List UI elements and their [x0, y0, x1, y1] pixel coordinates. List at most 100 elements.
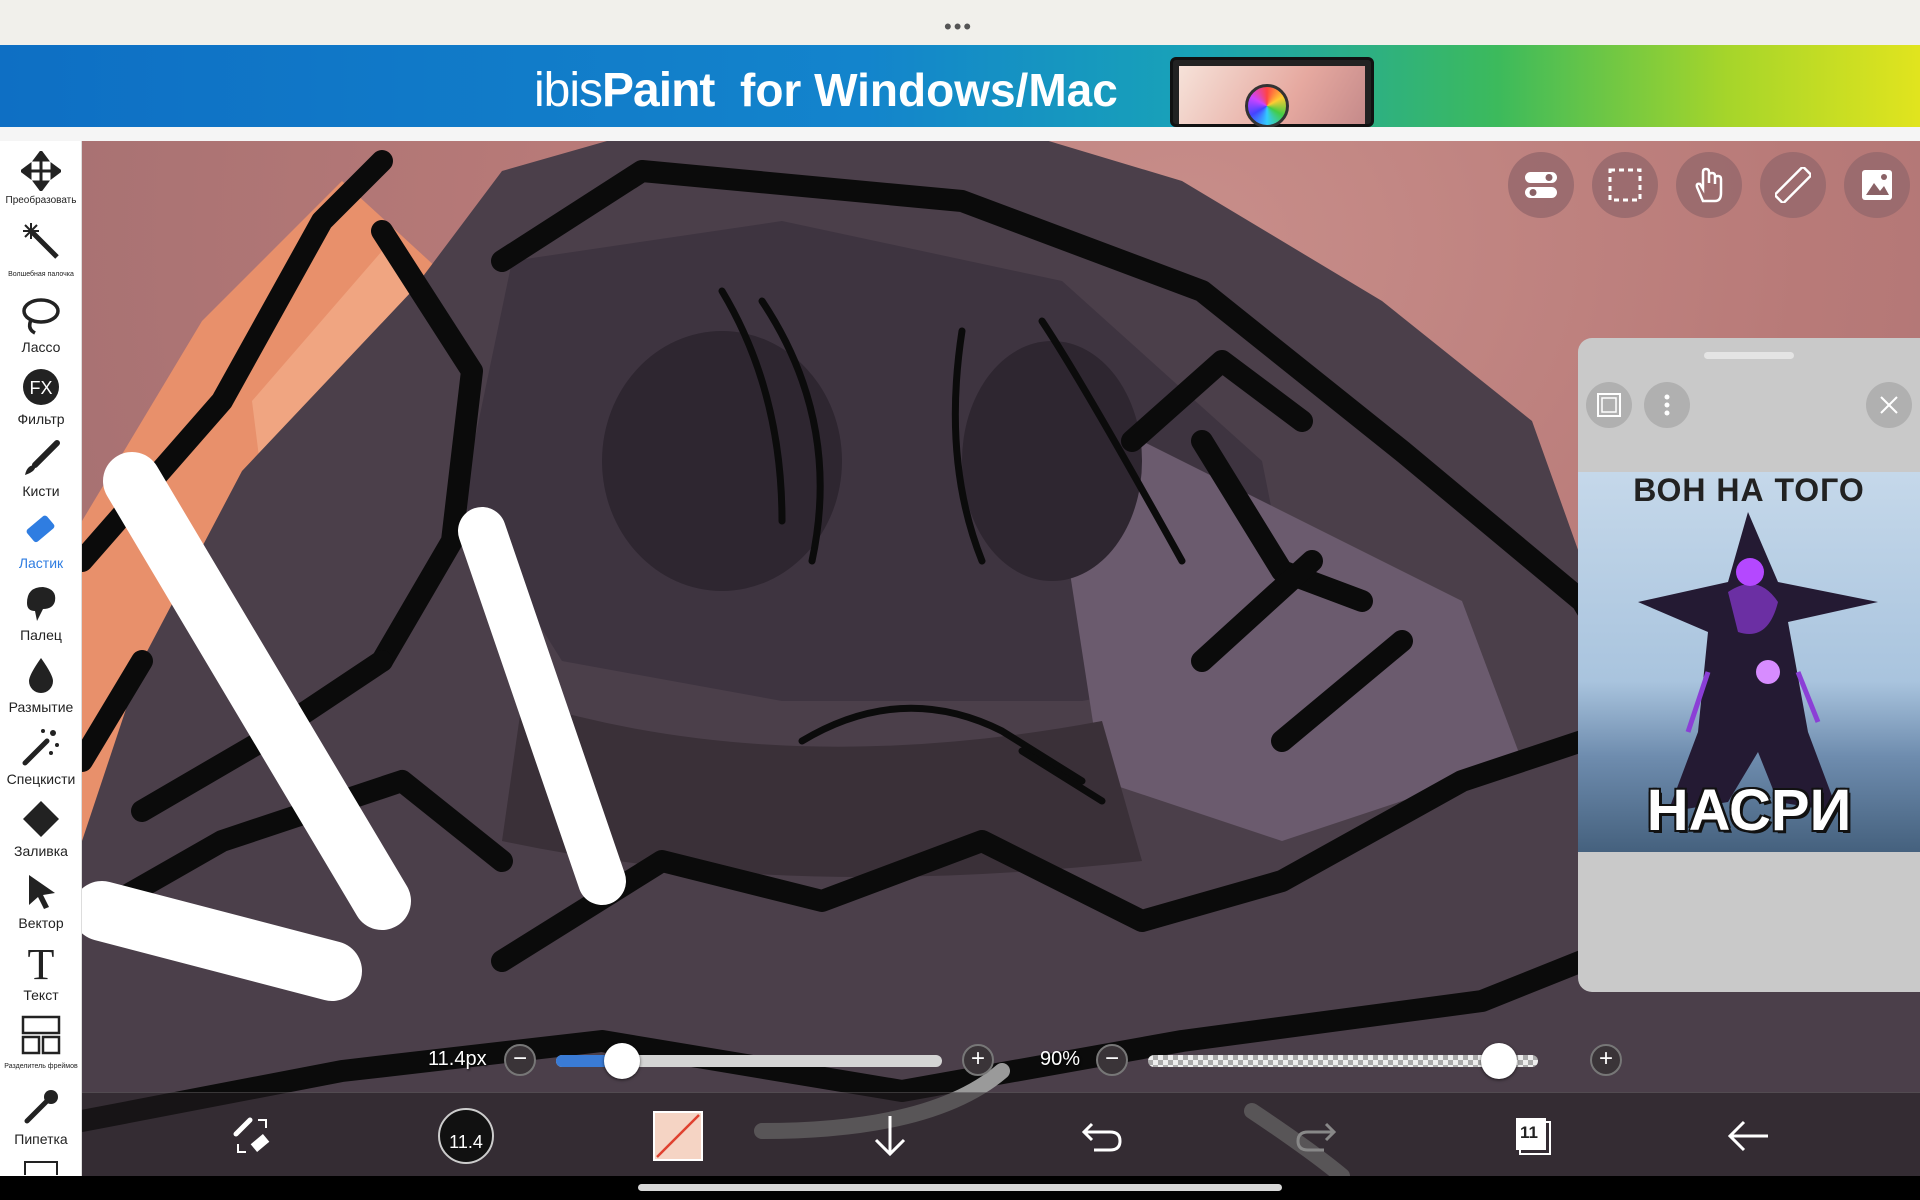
- vertical-dots-icon: [1664, 394, 1670, 416]
- brush-icon: [25, 440, 60, 475]
- tool-frame-divider[interactable]: Разделитель фреймов: [0, 1011, 82, 1083]
- text-icon: T: [28, 943, 55, 983]
- tool-eraser[interactable]: Ластик: [0, 507, 82, 579]
- selection-button[interactable]: [1592, 152, 1658, 218]
- color-swatch-icon: [653, 1111, 703, 1161]
- redo-icon: [1296, 1122, 1337, 1152]
- brush-size-button[interactable]: 11.4: [438, 1108, 494, 1164]
- tool-fill[interactable]: Заливка: [0, 795, 82, 867]
- reference-top-caption: ВОН НА ТОГО: [1633, 472, 1865, 508]
- svg-text:FX: FX: [29, 378, 52, 398]
- reference-menu-button[interactable]: [1644, 382, 1690, 428]
- special-brush-icon: [22, 729, 59, 766]
- brush-eraser-swap-icon: [233, 1117, 270, 1153]
- arrow-left-icon: [1727, 1120, 1768, 1152]
- tool-eyedropper[interactable]: Пипетка: [0, 1083, 82, 1155]
- ad-banner[interactable]: ibisPaint for Windows/Mac: [0, 45, 1920, 127]
- tool-label: Текст: [23, 987, 59, 1003]
- opacity-plus-button[interactable]: +: [1590, 1044, 1622, 1076]
- tool-transform[interactable]: Преобразовать: [0, 147, 82, 219]
- reference-image-button[interactable]: [1844, 152, 1910, 218]
- reference-drag-handle[interactable]: [1704, 352, 1794, 359]
- banner-divider: [0, 127, 1920, 141]
- reference-close-button[interactable]: [1866, 382, 1912, 428]
- layers-button[interactable]: 11: [1506, 1110, 1558, 1162]
- close-icon: [1880, 396, 1898, 414]
- opacity-value: 90%: [1040, 1048, 1081, 1070]
- layer-toggle-button[interactable]: [1508, 152, 1574, 218]
- banner-logo-bold: Paint: [602, 64, 715, 117]
- brush-size-value: 11.4px: [428, 1048, 487, 1070]
- ruler-button[interactable]: [1760, 152, 1826, 218]
- tool-label: Волшебная палочка: [8, 271, 74, 278]
- tool-label: Размытие: [8, 699, 74, 715]
- tool-label: Фильтр: [17, 411, 65, 427]
- bottom-bar: [82, 1092, 1920, 1176]
- toolbar-more-icon[interactable]: [24, 1161, 58, 1175]
- fx-filter-icon: FX: [23, 369, 59, 405]
- reference-bottom-caption: НАСРИ: [1646, 778, 1852, 843]
- tool-label: Кисти: [22, 483, 60, 499]
- blur-drop-icon: [29, 658, 53, 693]
- system-nav-bar: [0, 1176, 1920, 1200]
- tool-label: Пипетка: [14, 1131, 68, 1147]
- color-button[interactable]: [652, 1110, 704, 1162]
- tool-blur[interactable]: Размытие: [0, 651, 82, 723]
- hand-icon: [1695, 167, 1723, 203]
- eyedropper-icon: [24, 1090, 58, 1124]
- svg-text:T: T: [28, 943, 55, 983]
- layer-count-label: 11: [1520, 1123, 1538, 1142]
- brush-size-minus-button[interactable]: −: [504, 1044, 536, 1076]
- smudge-icon: [27, 587, 56, 621]
- more-dots-icon[interactable]: •••: [944, 14, 973, 40]
- redo-button[interactable]: [1290, 1110, 1342, 1162]
- tool-label: Заливка: [14, 843, 68, 859]
- undo-button[interactable]: [1076, 1110, 1128, 1162]
- banner-logo-light: ibis: [534, 64, 603, 117]
- brush-size-plus-button[interactable]: +: [962, 1044, 994, 1076]
- banner-tagline: for Windows/Mac: [740, 64, 1118, 116]
- back-button[interactable]: [1722, 1110, 1774, 1162]
- opacity-knob[interactable]: [1481, 1043, 1517, 1079]
- tool-filter[interactable]: FX Фильтр: [0, 363, 82, 435]
- status-strip: •••: [0, 0, 1920, 45]
- brush-size-knob[interactable]: [603, 1043, 640, 1079]
- transform-icon: [21, 151, 61, 191]
- reference-fit-button[interactable]: [1586, 382, 1632, 428]
- tool-text[interactable]: T Текст: [0, 939, 82, 1011]
- tool-label: Спецкисти: [6, 771, 76, 787]
- tool-brush[interactable]: Кисти: [0, 435, 82, 507]
- opacity-minus-button[interactable]: −: [1096, 1044, 1128, 1076]
- tool-label: Ластик: [18, 555, 64, 571]
- opacity-slider[interactable]: [1148, 1055, 1538, 1067]
- banner-logo: ibisPaint: [534, 63, 715, 118]
- tool-smudge[interactable]: Палец: [0, 579, 82, 651]
- reference-meme-image: ВОН НА ТОГО НАСРИ: [1578, 472, 1920, 852]
- image-icon: [1862, 170, 1892, 200]
- lasso-icon: [22, 298, 60, 335]
- left-toolbar: Преобразовать Волшебная палочка Лассо FX…: [0, 141, 82, 1176]
- arrow-down-icon: [874, 1116, 906, 1157]
- magic-wand-icon: [23, 223, 59, 259]
- tool-label: Вектор: [18, 915, 64, 931]
- banner-tablet-image: [1170, 57, 1374, 127]
- toggle-icon: [1525, 172, 1557, 198]
- tool-vector[interactable]: Вектор: [0, 867, 82, 939]
- tool-label: Лассо: [21, 339, 61, 355]
- swap-tools-button[interactable]: [226, 1110, 278, 1162]
- layer-down-button[interactable]: [864, 1110, 916, 1162]
- hand-button[interactable]: [1676, 152, 1742, 218]
- brush-size-label: 11.4: [449, 1132, 483, 1152]
- tool-label: Преобразовать: [5, 195, 77, 206]
- tool-label: Палец: [20, 627, 62, 643]
- tool-lasso[interactable]: Лассо: [0, 291, 82, 363]
- fill-bucket-icon: [23, 801, 59, 837]
- tool-label: Разделитель фреймов: [4, 1063, 78, 1070]
- reference-window[interactable]: ВОН НА ТОГО НАСРИ: [1578, 338, 1920, 992]
- tool-special-brush[interactable]: Спецкисти: [0, 723, 82, 795]
- tool-magic-wand[interactable]: Волшебная палочка: [0, 219, 82, 291]
- undo-icon: [1081, 1122, 1122, 1152]
- frame-icon: [1597, 393, 1621, 417]
- dashed-selection-icon: [1608, 168, 1642, 202]
- home-gesture-pill[interactable]: [638, 1184, 1282, 1191]
